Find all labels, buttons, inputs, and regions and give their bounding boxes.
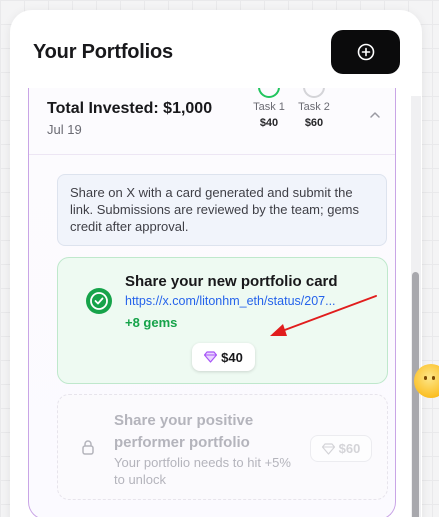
portfolio-card: Total Invested: $1,000 Jul 19 Task 1 $40…: [28, 88, 396, 517]
locked-reward-amount: $60: [338, 441, 361, 456]
chevron-up-icon[interactable]: [368, 108, 382, 122]
info-box: Share on X with a card generated and sub…: [57, 174, 387, 246]
task-2-indicator[interactable]: Task 2 $60: [292, 88, 336, 129]
share-card-task: Share your new portfolio card https://x.…: [57, 257, 388, 384]
panel-title: Your Portfolios: [33, 41, 173, 63]
check-circle-icon: [86, 288, 112, 314]
portfolio-date: Jul 19: [47, 122, 82, 137]
add-portfolio-button[interactable]: [331, 30, 400, 74]
info-text: Share on X with a card generated and sub…: [70, 185, 360, 234]
locked-task-card: Share your positive performer portfolio …: [57, 394, 388, 500]
task-card-title: Share your new portfolio card: [125, 273, 338, 290]
task-2-name: Task 2: [298, 101, 330, 113]
task-1-status-ring: [258, 88, 280, 98]
scrollbar-thumb[interactable]: [412, 272, 419, 517]
section-divider: [29, 154, 395, 155]
gem-icon: [321, 442, 335, 455]
gem-icon: [204, 351, 218, 363]
task-1-name: Task 1: [253, 101, 285, 113]
locked-task-description: Your portfolio needs to hit +5% to unloc…: [114, 455, 291, 487]
reward-amount-badge: $40: [192, 343, 255, 371]
submitted-link[interactable]: https://x.com/litonhm_eth/status/207...: [125, 294, 365, 308]
portfolios-panel: Your Portfolios Total Invested: $1,000 J…: [10, 10, 422, 517]
lock-icon: [82, 440, 94, 455]
reward-amount: $40: [221, 349, 243, 365]
task-1-amount: $40: [259, 117, 279, 129]
task-2-amount: $60: [304, 117, 324, 129]
plus-circle-icon: [357, 43, 374, 61]
locked-reward-badge: $60: [310, 435, 372, 462]
task-2-status-ring: [303, 88, 325, 98]
locked-task-title: Share your positive performer portfolio: [114, 412, 254, 451]
avatar-eye-left: [424, 376, 427, 380]
gems-reward: +8 gems: [125, 315, 178, 330]
avatar-eye-right: [432, 376, 435, 380]
total-invested-label: Total Invested: $1,000: [47, 100, 213, 117]
task-1-indicator[interactable]: Task 1 $40: [247, 88, 291, 129]
